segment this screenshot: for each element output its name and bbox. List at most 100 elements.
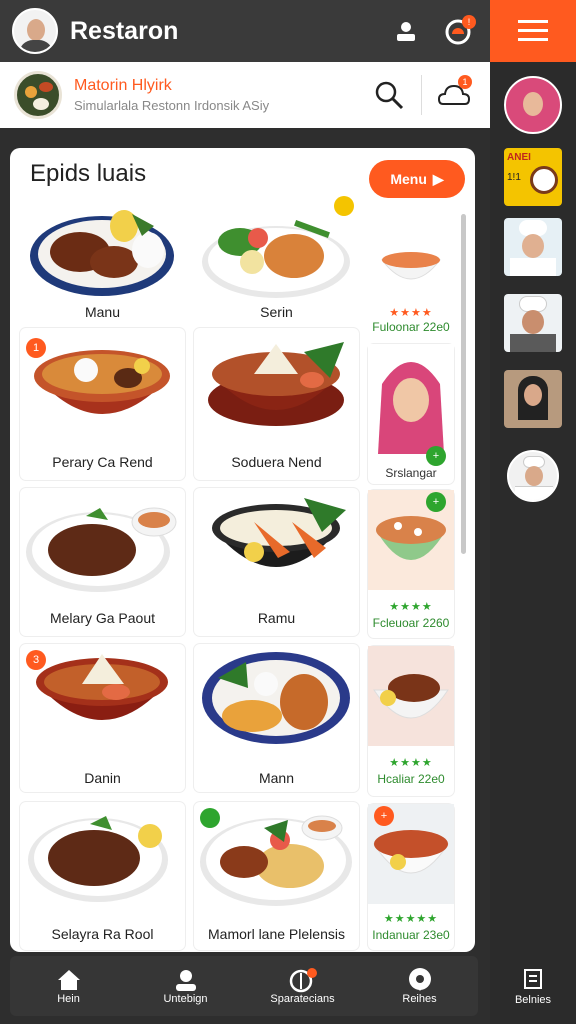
dish-tile[interactable]: Manu xyxy=(20,196,185,326)
person-icon xyxy=(397,22,415,41)
side-item-badge: + xyxy=(426,492,446,512)
side-item-label: Fcleuoar 2260 xyxy=(372,616,450,630)
nav-reviews-label: Reihes xyxy=(402,993,437,1005)
dish-label: Selayra Ra Rool xyxy=(51,926,154,942)
rail-promo-line1: ANEI xyxy=(507,152,531,163)
right-rail: ANEI 1!1 Belnies xyxy=(490,62,576,1024)
side-item-label: Fuloonar 22e0 xyxy=(372,320,450,334)
specials-icon xyxy=(289,968,317,993)
dish-label: Perary Ca Rend xyxy=(52,454,153,470)
profile-icon xyxy=(175,970,196,991)
dish-tile[interactable]: 1 Perary Ca Rend xyxy=(20,328,185,480)
hamburger-icon xyxy=(518,20,548,41)
nav-home-label: Hein xyxy=(57,993,80,1005)
dish-tile[interactable]: Selayra Ra Rool xyxy=(20,802,185,950)
side-item-badge: + xyxy=(374,806,394,826)
rating-stars: ★★★★ xyxy=(389,307,433,319)
reviews-icon xyxy=(408,968,431,991)
dish-tile[interactable]: Mann xyxy=(194,644,359,792)
search-button[interactable] xyxy=(367,73,411,117)
bottom-navigation: Hein Untebign Sparatecians Reihes xyxy=(10,956,478,1016)
dish-image xyxy=(202,220,350,298)
dish-tile[interactable]: Serin xyxy=(194,196,359,326)
nav-home[interactable]: Hein xyxy=(10,956,127,1016)
dish-tile[interactable]: Ramu xyxy=(194,488,359,636)
side-item-label: Indanuar 23e0 xyxy=(372,928,450,942)
rail-promo-card[interactable]: ANEI 1!1 xyxy=(504,148,562,206)
search-icon xyxy=(375,81,404,110)
dish-tile[interactable]: Mamorl lane Plelensis xyxy=(194,802,359,950)
rendang-bowl-image xyxy=(368,646,454,746)
side-item[interactable]: + Srslangar xyxy=(368,344,454,484)
header-divider xyxy=(421,75,422,115)
home-icon xyxy=(57,970,80,990)
rail-bottom-label: Belnies xyxy=(514,994,552,1006)
rating-stars: ★★★★ xyxy=(389,757,433,769)
restaurant-subtitle: Simularlala Restonn Irdonsik ASiy xyxy=(74,98,270,113)
nav-profile-label: Untebign xyxy=(163,993,208,1005)
nav-profile[interactable]: Untebign xyxy=(127,956,244,1016)
document-icon xyxy=(524,969,542,989)
top-app-bar: Restaron ! xyxy=(0,0,490,62)
dish-image xyxy=(28,816,168,902)
side-item[interactable]: + ★★★★★ Indanuar 23e0 xyxy=(368,804,454,950)
play-icon: ▶ xyxy=(432,170,444,187)
rating-stars: ★★★★★ xyxy=(383,913,439,925)
restaurant-header: Matorin Hlyirk Simularlala Restonn Irdon… xyxy=(0,62,490,128)
dish-badge xyxy=(200,808,220,828)
dish-image xyxy=(212,498,346,567)
dish-badge xyxy=(334,196,354,216)
rail-avatar-hijab-woman[interactable] xyxy=(504,76,562,134)
rail-bottom-item[interactable]: Belnies xyxy=(490,968,576,1006)
nav-specials[interactable]: Sparatecians xyxy=(244,956,361,1016)
rail-avatar-chef-3[interactable] xyxy=(507,450,559,502)
side-item[interactable]: ★★★★ Fuloonar 22e0 xyxy=(368,240,454,336)
dish-label: Melary Ga Paout xyxy=(49,610,156,626)
cart-badge: 1 xyxy=(458,75,472,89)
side-item-label: Srslangar xyxy=(385,466,437,480)
notifications-button[interactable]: ! xyxy=(438,11,478,51)
user-avatar[interactable] xyxy=(12,8,58,54)
notification-badge: ! xyxy=(462,15,476,29)
dish-label: Mamorl lane Plelensis xyxy=(208,926,345,942)
side-item[interactable]: ★★★★ Hcaliar 22e0 xyxy=(368,646,454,796)
dish-badge: 1 xyxy=(26,338,46,358)
section-title: Epids luais xyxy=(30,160,147,187)
scrollbar[interactable] xyxy=(461,214,466,554)
side-item-label: Hcaliar 22e0 xyxy=(377,772,445,786)
rating-stars: ★★★★ xyxy=(389,601,433,613)
restaurant-name: Matorin Hlyirk xyxy=(74,77,172,94)
rail-avatar-chef-1[interactable] xyxy=(504,218,562,276)
dish-tile[interactable]: 3 Danin xyxy=(20,644,185,792)
rail-avatar-woman[interactable] xyxy=(504,370,562,428)
nav-specials-label: Sparatecians xyxy=(270,993,335,1005)
dish-label: Manu xyxy=(84,304,121,320)
dish-label: Soduera Nend xyxy=(231,454,322,470)
dish-tile[interactable]: Soduera Nend xyxy=(194,328,359,480)
dishes-card: Epids luais Menu ▶ Manu Serin 1 Perary C… xyxy=(10,148,475,952)
menu-button-label: Menu xyxy=(390,171,427,187)
dish-image xyxy=(202,652,350,744)
restaurant-logo xyxy=(14,71,62,119)
dish-tile[interactable]: Melary Ga Paout xyxy=(20,488,185,636)
dish-label: Serin xyxy=(260,304,293,320)
profile-button[interactable] xyxy=(386,11,426,51)
nav-reviews[interactable]: Reihes xyxy=(361,956,478,1016)
side-item-badge: + xyxy=(426,446,446,466)
dish-badge: 3 xyxy=(26,650,46,670)
dish-image xyxy=(208,342,344,426)
hamburger-menu-button[interactable] xyxy=(490,0,576,62)
menu-button[interactable]: Menu ▶ xyxy=(369,160,465,198)
dish-label: Ramu xyxy=(257,610,296,626)
soup-image xyxy=(380,252,442,280)
app-title: Restaron xyxy=(70,16,179,45)
rail-promo-line2: 1!1 xyxy=(507,172,521,183)
dish-label: Danin xyxy=(84,770,121,786)
rail-avatar-chef-2[interactable] xyxy=(504,294,562,352)
side-item[interactable]: + ★★★★ Fcleuoar 2260 xyxy=(368,490,454,638)
dish-label: Mann xyxy=(258,770,295,786)
dish-image xyxy=(26,507,177,592)
cart-button[interactable]: 1 xyxy=(432,73,476,117)
woman-portrait-image xyxy=(368,344,454,454)
dish-image xyxy=(30,210,174,296)
